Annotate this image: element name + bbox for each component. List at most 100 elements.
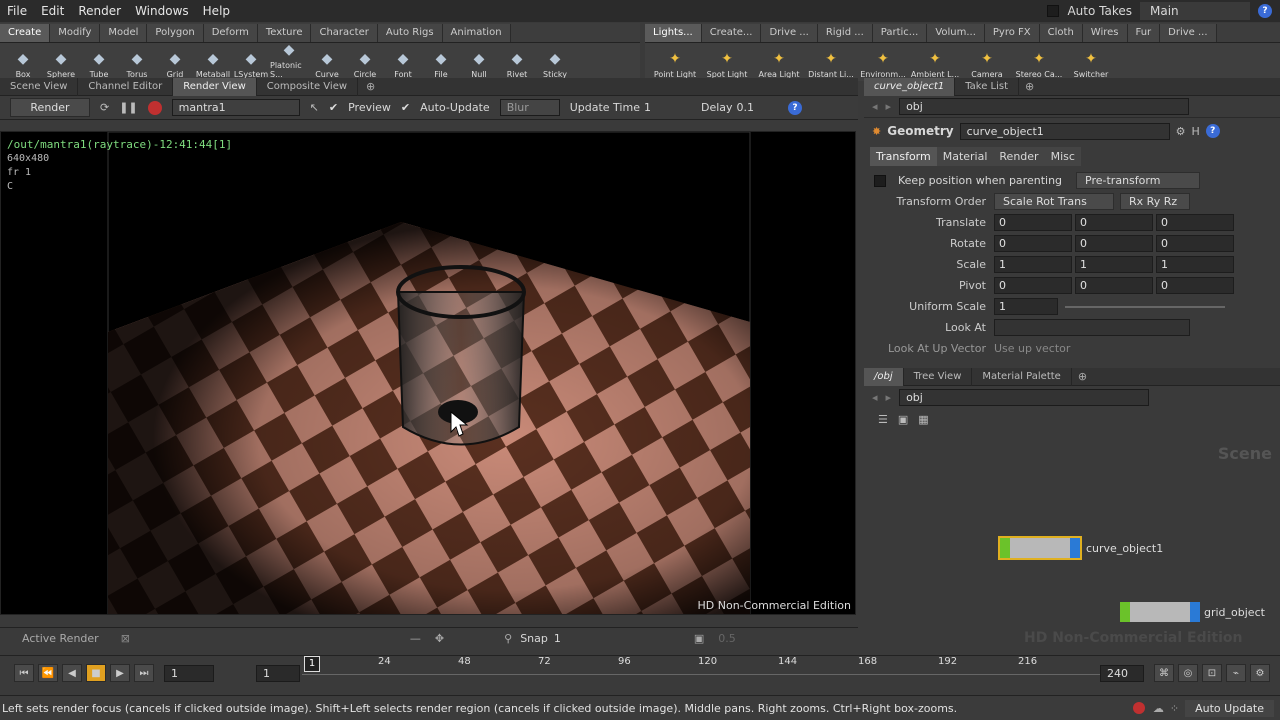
transform-value-field[interactable]: 1 [1156, 256, 1234, 273]
net-back-icon[interactable]: ◂ [872, 391, 878, 404]
shelf-right-tab[interactable]: Rigid ... [817, 23, 873, 42]
frame-indicator[interactable]: 1 [304, 656, 320, 672]
transform-value-field[interactable]: 0 [994, 235, 1072, 252]
clear-icon[interactable]: ⊠ [121, 632, 130, 645]
update-time-value[interactable]: 1 [644, 101, 651, 114]
audio-icon[interactable]: ⌘ [1154, 664, 1174, 682]
shelf-right-tab[interactable]: Partic... [872, 23, 928, 42]
shelf-right-tool[interactable]: ✦ Ambient L... [909, 45, 961, 81]
settings-icon[interactable]: ⚙ [1250, 664, 1270, 682]
delay-value[interactable]: 0.1 [737, 101, 755, 114]
shelf-right-tab[interactable]: Lights... [645, 23, 702, 42]
preview-check-icon[interactable]: ✔ [329, 101, 338, 114]
menu-render[interactable]: Render [71, 4, 128, 18]
end-frame-field[interactable]: 240 [1100, 665, 1144, 682]
snap-value[interactable]: 1 [554, 632, 644, 645]
shelf-right-tool[interactable]: ✦ Point Light [649, 45, 701, 81]
menu-file[interactable]: File [0, 4, 34, 18]
gear-icon[interactable]: ⚙ [1176, 125, 1186, 138]
render-viewport[interactable]: /out/mantra1(raytrace)-12:41:44[1] 640x4… [0, 131, 856, 615]
play-icon[interactable]: ▶ [110, 664, 130, 682]
stop-playback-icon[interactable]: ■ [86, 664, 106, 682]
node-curve-object1[interactable]: curve_object1 [998, 536, 1163, 560]
start-frame-field[interactable]: 1 [256, 665, 300, 682]
transform-value-field[interactable]: 1 [994, 256, 1072, 273]
param-help-icon[interactable]: ? [1205, 124, 1220, 138]
shelf-left-tool[interactable]: ◆ Font [384, 45, 422, 81]
shelf-right-tab[interactable]: Drive ... [1160, 23, 1217, 42]
look-up-menu[interactable]: Use up vector [994, 342, 1070, 355]
tab-tree-view[interactable]: Tree View [904, 367, 973, 386]
shelf-right-tab[interactable]: Wires [1082, 23, 1128, 42]
transform-value-field[interactable]: 0 [1075, 214, 1153, 231]
shelf-left-tool[interactable]: ◆ Curve [308, 45, 346, 81]
tab-channel-editor[interactable]: Channel Editor [78, 77, 174, 96]
shelf-left-tab[interactable]: Deform [203, 23, 258, 42]
net-forward-icon[interactable]: ▸ [886, 391, 892, 404]
tab-composite-view[interactable]: Composite View [257, 77, 359, 96]
shelf-left-tab[interactable]: Texture [257, 23, 312, 42]
sim-icon[interactable]: ⌁ [1226, 664, 1246, 682]
tab-scene-view[interactable]: Scene View [0, 77, 79, 96]
tab-obj[interactable]: /obj [864, 367, 904, 386]
shelf-left-tool[interactable]: ◆ Rivet [498, 45, 536, 81]
minus-icon[interactable]: — [410, 632, 421, 645]
current-frame-field[interactable]: 1 [164, 665, 214, 682]
back-icon[interactable]: ◂ [872, 100, 878, 113]
shelf-right-tool[interactable]: ✦ Switcher [1065, 45, 1117, 81]
shelf-left-tool[interactable]: ◆ File [422, 45, 460, 81]
auto-update-check-icon[interactable]: ✔ [401, 101, 410, 114]
prev-key-icon[interactable]: ⏪ [38, 664, 58, 682]
tab-material-palette[interactable]: Material Palette [972, 367, 1072, 386]
net-path-field[interactable]: obj [899, 388, 1150, 406]
look-at-field[interactable] [994, 319, 1190, 336]
shelf-left-tool[interactable]: ◆ Metaball [194, 45, 232, 81]
shelf-left-tool[interactable]: ◆ Grid [156, 45, 194, 81]
shelf-left-tool[interactable]: ◆ Null [460, 45, 498, 81]
menu-edit[interactable]: Edit [34, 4, 71, 18]
plus-icon[interactable]: ✥ [435, 632, 444, 645]
transform-order-menu[interactable]: Scale Rot Trans [994, 193, 1114, 210]
node-grid-object[interactable]: grid_object [1120, 602, 1265, 622]
rotation-order-menu[interactable]: Rx Ry Rz [1120, 193, 1190, 210]
shelf-right-tool[interactable]: ✦ Camera [961, 45, 1013, 81]
add-tab-icon[interactable]: ⊕ [366, 80, 375, 93]
shelf-left-tool[interactable]: ◆ Tube [80, 45, 118, 81]
transform-value-field[interactable]: 0 [1075, 277, 1153, 294]
shelf-left-tool[interactable]: ◆ Torus [118, 45, 156, 81]
net-add-tab-icon[interactable]: ⊕ [1078, 370, 1087, 383]
transform-value-field[interactable]: 1 [1075, 256, 1153, 273]
hscript-icon[interactable]: H [1191, 125, 1199, 138]
shelf-left-tool[interactable]: ◆ Box [4, 45, 42, 81]
keep-position-checkbox[interactable] [874, 174, 886, 187]
auto-update-menu[interactable]: Auto Update [1185, 699, 1274, 717]
shelf-right-tab[interactable]: Pyro FX [984, 23, 1040, 42]
shelf-right-tool[interactable]: ✦ Area Light [753, 45, 805, 81]
shelf-left-tab[interactable]: Create [0, 23, 51, 42]
node-name-field[interactable]: curve_object1 [959, 122, 1170, 140]
pause-icon[interactable]: ❚❚ [119, 101, 137, 114]
cursor-icon[interactable]: ↖ [310, 101, 319, 114]
shelf-right-tab[interactable]: Cloth [1039, 23, 1083, 42]
subtab-render[interactable]: Render [993, 147, 1045, 166]
subtab-transform[interactable]: Transform [870, 147, 937, 166]
shelf-right-tab[interactable]: Fur [1127, 23, 1161, 42]
menu-windows[interactable]: Windows [128, 4, 196, 18]
realtime-icon[interactable]: ◎ [1178, 664, 1198, 682]
pre-transform-menu[interactable]: Pre-transform [1076, 172, 1201, 189]
shelf-right-tab[interactable]: Create... [701, 23, 762, 42]
subtab-misc[interactable]: Misc [1044, 147, 1081, 166]
tab-render-view[interactable]: Render View [173, 77, 257, 96]
shelf-left-tab[interactable]: Polygon [147, 23, 204, 42]
shelf-right-tool[interactable]: ✦ Stereo Ca... [1013, 45, 1065, 81]
shelf-left-tab[interactable]: Model [100, 23, 148, 42]
transform-value-field[interactable]: 0 [994, 277, 1072, 294]
shelf-left-tab[interactable]: Character [311, 23, 378, 42]
transform-value-field[interactable]: 0 [1075, 235, 1153, 252]
transform-value-field[interactable]: 0 [1156, 277, 1234, 294]
first-frame-icon[interactable]: ⏮ [14, 664, 34, 682]
shelf-left-tool[interactable]: ◆ LSystem [232, 45, 270, 81]
last-frame-icon[interactable]: ⏭ [134, 664, 154, 682]
desktop-select[interactable]: Main [1140, 2, 1250, 20]
renderer-select[interactable]: mantra1 [171, 99, 300, 116]
